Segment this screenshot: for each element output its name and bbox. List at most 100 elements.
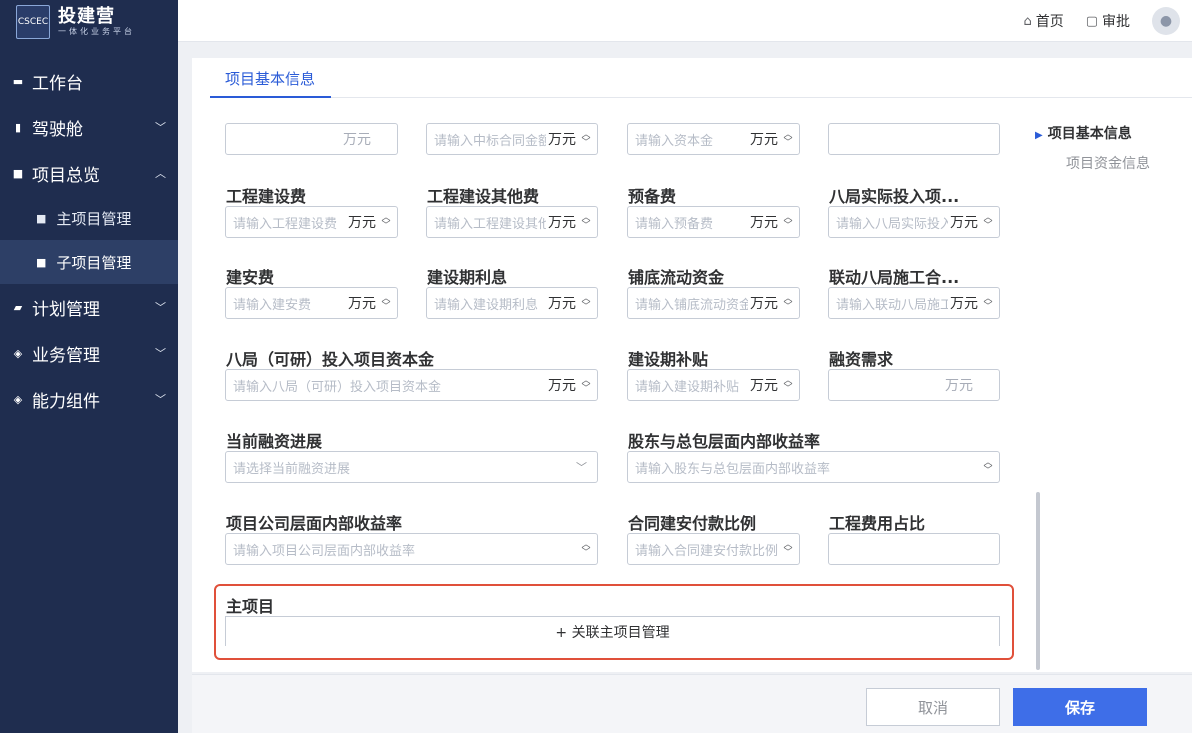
sidebar-item-label: 业务管理 xyxy=(32,345,100,366)
shareholder-irr-input[interactable]: 请输入股东与总包层面内部收益率 ︿ ﹀ xyxy=(627,451,1000,483)
cost-ratio-field[interactable] xyxy=(828,533,1000,565)
prev-amount-field[interactable]: 万元 xyxy=(225,123,398,155)
stepper-icon[interactable]: ︿ ﹀ xyxy=(579,131,593,148)
working-capital-input[interactable]: 请输入铺底流动资金 万元 ︿ ﹀ xyxy=(627,287,800,319)
sidebar-item-label: 主项目管理 xyxy=(56,209,132,228)
linked-contract-input[interactable]: 请输入联动八局施工合同 万元 ︿﹀ xyxy=(828,287,1000,319)
chevron-down-icon: ﹀ xyxy=(155,393,166,406)
linked-contract-label: 联动八局施工合... xyxy=(829,268,960,287)
working-capital-label: 铺底流动资金 xyxy=(628,268,725,287)
folder-icon: ■ xyxy=(12,166,24,180)
other-cost-label: 工程建设其他费 xyxy=(427,187,540,206)
stepper-icon[interactable]: ︿ ﹀ xyxy=(579,214,593,231)
engineering-cost-label: 工程建设费 xyxy=(226,187,307,206)
company-irr-label: 项目公司层面内部收益率 xyxy=(226,514,403,533)
stepper-icon[interactable]: ︿ ﹀ xyxy=(781,541,795,558)
engineering-cost-input[interactable]: 请输入工程建设费 万元 ︿ ﹀ xyxy=(225,206,398,238)
unit-label: 万元 xyxy=(548,296,576,312)
sidebar: CSCEC 投建营 一体化业务平台 ▬ 工作台 ▮ 驾驶舱 ﹀ ■ 项目总览 ︿… xyxy=(0,0,178,733)
cube-icon: ◈ xyxy=(13,392,23,406)
stepper-icon[interactable]: ︿ ﹀ xyxy=(379,295,393,312)
bureau-capital-input[interactable]: 请输入八局（可研）投入项目资本金 万元 ︿ ﹀ xyxy=(225,369,598,401)
stepper-icon[interactable]: ︿ ﹀ xyxy=(781,214,795,231)
interest-input[interactable]: 请输入建设期利息 万元 ︿ ﹀ xyxy=(426,287,598,319)
avatar[interactable]: ● xyxy=(1152,7,1180,35)
placeholder: 请输入项目公司层面内部收益率 xyxy=(233,543,416,559)
unit-label: 万元 xyxy=(750,378,778,394)
approve-link[interactable]: ▢ 审批 xyxy=(1086,11,1130,31)
sidebar-item-label: 计划管理 xyxy=(32,299,100,320)
capital-input[interactable]: 请输入资本金 万元 ︿ ﹀ xyxy=(627,123,800,155)
stepper-icon[interactable]: ︿ ﹀ xyxy=(579,377,593,394)
sidebar-item-workbench[interactable]: ▬ 工作台 xyxy=(0,58,178,104)
stepper-icon[interactable]: ︿ ﹀ xyxy=(781,377,795,394)
approve-label: 审批 xyxy=(1102,14,1130,30)
placeholder: 请输入铺底流动资金 xyxy=(635,297,748,313)
sidebar-item-project-overview[interactable]: ■ 项目总览 ︿ xyxy=(0,150,178,196)
brand-logo[interactable]: CSCEC 投建营 一体化业务平台 xyxy=(0,0,178,44)
stepper-icon[interactable]: ︿ ﹀ xyxy=(981,295,995,312)
unit-label: 万元 xyxy=(750,215,778,231)
empty-field[interactable] xyxy=(828,123,1000,155)
calendar-icon: ▰ xyxy=(13,300,23,314)
reserve-input[interactable]: 请输入预备费 万元 ︿ ﹀ xyxy=(627,206,800,238)
financing-need-label: 融资需求 xyxy=(829,350,894,369)
unit-label: 万元 xyxy=(750,132,778,148)
link-main-project-button[interactable]: + 关联主项目管理 xyxy=(225,616,1000,646)
construction-install-input[interactable]: 请输入建安费 万元 ︿ ﹀ xyxy=(225,287,398,319)
bureau-capital-label: 八局（可研）投入项目资本金 xyxy=(226,350,435,369)
financing-progress-select[interactable]: 请选择当前融资进展 ﹀ xyxy=(225,451,598,483)
placeholder: 请输入资本金 xyxy=(635,133,714,149)
monitor-icon: ▬ xyxy=(12,74,24,88)
save-button[interactable]: 保存 xyxy=(1013,688,1147,726)
unit-label: 万元 xyxy=(548,378,576,394)
chevron-down-icon: ﹀ xyxy=(155,121,166,134)
subsidy-label: 建设期补贴 xyxy=(628,350,709,369)
cancel-button[interactable]: 取消 xyxy=(866,688,1000,726)
placeholder: 请输入建设期补贴 xyxy=(635,379,740,395)
other-cost-input[interactable]: 请输入工程建设其他费 万元 ︿﹀ xyxy=(426,206,598,238)
sidebar-item-cockpit[interactable]: ▮ 驾驶舱 ﹀ xyxy=(0,104,178,150)
stepper-icon[interactable]: ︿ ﹀ xyxy=(379,214,393,231)
stepper-icon[interactable]: ︿ ﹀ xyxy=(981,214,995,231)
chevron-down-icon: ﹀ xyxy=(155,301,166,314)
sidebar-item-label: 工作台 xyxy=(32,73,83,94)
stepper-icon[interactable]: ︿ ﹀ xyxy=(981,459,995,476)
anchor-funding-info[interactable]: 项目资金信息 xyxy=(1066,153,1150,173)
home-label: 首页 xyxy=(1035,14,1064,30)
tab-bar: 项目基本信息 xyxy=(210,58,1192,98)
vertical-scrollbar[interactable] xyxy=(1036,492,1040,670)
unit-label: 万元 xyxy=(950,215,978,231)
sidebar-item-plan[interactable]: ▰ 计划管理 ﹀ xyxy=(0,284,178,330)
stepper-icon[interactable]: ︿ ﹀ xyxy=(781,295,795,312)
home-link[interactable]: ⌂ 首页 xyxy=(1023,11,1063,31)
payment-ratio-input[interactable]: 请输入合同建安付款比例 ︿ ﹀ xyxy=(627,533,800,565)
sidebar-item-label: 能力组件 xyxy=(32,391,100,412)
cube-icon: ◈ xyxy=(13,346,23,360)
sidebar-menu: ▬ 工作台 ▮ 驾驶舱 ﹀ ■ 项目总览 ︿ ■ 主项目管理 ■ 子项目管理 ▰… xyxy=(0,58,178,422)
bid-contract-amount-input[interactable]: 请输入中标合同金额 万元 ︿ ﹀ xyxy=(426,123,598,155)
stepper-icon[interactable]: ︿ ﹀ xyxy=(579,541,593,558)
sidebar-item-business[interactable]: ◈ 业务管理 ﹀ xyxy=(0,330,178,376)
reserve-label: 预备费 xyxy=(628,187,677,206)
tab-project-basic-info[interactable]: 项目基本信息 xyxy=(210,68,332,98)
bar-chart-icon: ▮ xyxy=(14,120,22,134)
top-bar: ⌂ 首页 ▢ 审批 ● xyxy=(178,0,1192,42)
subsidy-input[interactable]: 请输入建设期补贴 万元 ︿ ﹀ xyxy=(627,369,800,401)
stepper-icon[interactable]: ︿ ﹀ xyxy=(579,295,593,312)
home-icon: ⌂ xyxy=(1023,13,1032,29)
brand-name: 投建营 xyxy=(58,6,115,27)
bureau-invest-input[interactable]: 请输入八局实际投入 万元 ︿ ﹀ xyxy=(828,206,1000,238)
placeholder: 请选择当前融资进展 xyxy=(233,461,351,477)
construction-install-label: 建安费 xyxy=(226,268,275,287)
stepper-icon[interactable]: ︿ ﹀ xyxy=(781,131,795,148)
unit-label: 万元 xyxy=(945,378,973,394)
placeholder: 请输入建设期利息 xyxy=(434,297,539,313)
financing-need-field[interactable]: 万元 xyxy=(828,369,1000,401)
placeholder: 请输入联动八局施工合同 xyxy=(836,297,948,313)
sidebar-item-main-project[interactable]: ■ 主项目管理 xyxy=(0,196,178,240)
company-irr-input[interactable]: 请输入项目公司层面内部收益率 ︿ ﹀ xyxy=(225,533,598,565)
sidebar-item-sub-project[interactable]: ■ 子项目管理 xyxy=(0,240,178,284)
anchor-basic-info[interactable]: ▶ 项目基本信息 xyxy=(1035,123,1132,143)
sidebar-item-components[interactable]: ◈ 能力组件 ﹀ xyxy=(0,376,178,422)
